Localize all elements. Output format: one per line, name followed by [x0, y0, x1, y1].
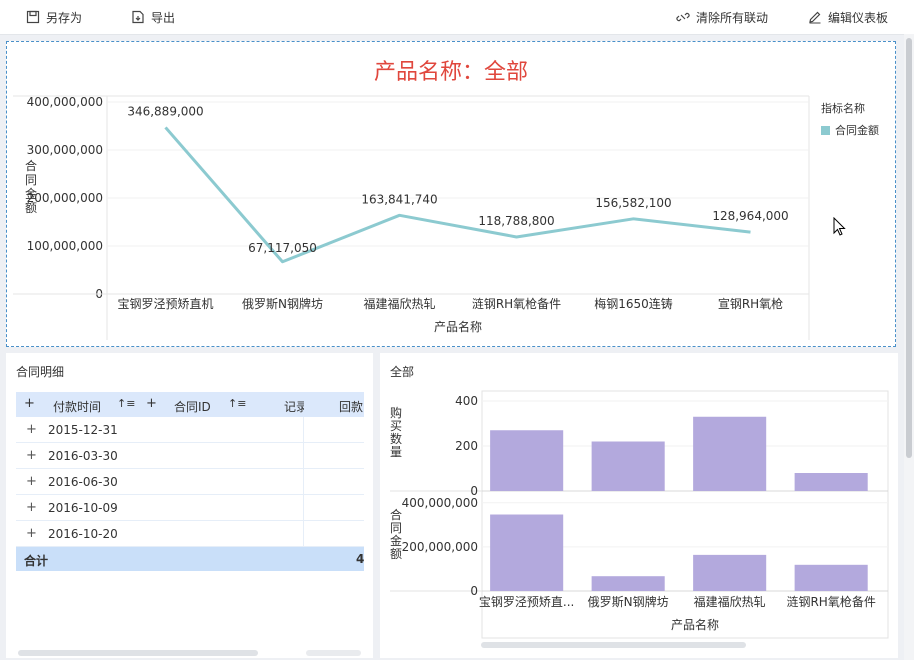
x-tick-label: 福建福欣热轧 [694, 594, 766, 609]
y-tick-label: 300,000,000 [27, 143, 103, 157]
bar [693, 554, 767, 591]
table-row[interactable]: +2016-03-30 [16, 443, 364, 469]
edit-icon [809, 11, 821, 24]
x-tick-label: 宝钢罗泾预矫直... [479, 594, 574, 609]
x-tick-label: 涟钢RH氧枪备件 [786, 594, 875, 609]
horizontal-scrollbar-track[interactable] [306, 650, 361, 656]
mouse-cursor-icon [833, 217, 846, 236]
pay-time-cell: 2016-03-30 [48, 449, 118, 463]
expand-icon[interactable]: + [26, 474, 37, 489]
edit-dashboard-label: 编辑仪表板 [828, 10, 889, 25]
clear-links-label: 清除所有联动 [696, 10, 769, 25]
column-header-record[interactable]: 记录 [284, 398, 304, 415]
bar [693, 416, 767, 491]
column-header-payment[interactable]: 回款 [339, 398, 364, 415]
bar [490, 514, 564, 591]
toolbar: 另存为 导出 清除所有联动 编辑仪表板 [0, 0, 914, 35]
pay-time-cell: 2016-06-30 [48, 475, 118, 489]
data-label: 118,788,800 [478, 214, 554, 228]
detail-table: + 付款时间 ↑≡ + 合同ID ↑≡ 记录 回款 +2015-12-31 +2… [16, 392, 364, 571]
expand-icon[interactable]: + [26, 448, 37, 463]
export-label: 导出 [151, 10, 176, 25]
export-icon [132, 10, 144, 24]
x-tick-label: 俄罗斯N钢牌坊 [588, 594, 669, 609]
save-as-button[interactable]: 另存为 [26, 8, 82, 26]
total-row: 合计 4 [16, 547, 364, 571]
expand-icon[interactable]: + [146, 396, 157, 411]
bar-chart-panel[interactable]: 全部 400 200 0 购买数量 400,000,000 200,000,000 0 合同金… [380, 353, 898, 658]
y-tick-label: 100,000,000 [27, 239, 103, 253]
y-axis-label: 合同金额 [390, 507, 402, 561]
save-icon [26, 10, 40, 24]
x-tick-label: 俄罗斯N钢牌坊 [242, 296, 323, 311]
y-tick-label: 400,000,000 [402, 496, 478, 510]
total-label: 合计 [24, 554, 49, 568]
y-tick-label: 200,000,000 [27, 191, 103, 205]
line-chart-panel[interactable]: 产品名称：全部 400,000,000 300,000,000 200,000,00… [6, 41, 896, 347]
x-tick-label: 宝钢罗泾预矫直机 [117, 296, 213, 311]
legend-title: 指标名称 [821, 102, 865, 115]
save-as-label: 另存为 [46, 10, 83, 25]
data-label: 346,889,000 [127, 104, 203, 118]
x-tick-label: 宣钢RH氧枪 [718, 296, 783, 311]
unlink-icon [676, 12, 690, 22]
y-tick-label: 200,000,000 [402, 540, 478, 554]
bar [490, 430, 564, 491]
legend-item-contract-amount[interactable]: 合同金额 [821, 122, 879, 138]
x-axis-label: 产品名称 [671, 617, 719, 632]
data-label: 128,964,000 [712, 209, 788, 223]
x-tick-label: 福建福欣热轧 [363, 296, 435, 311]
pay-time-cell: 2016-10-20 [48, 527, 118, 541]
data-label: 163,841,740 [361, 192, 437, 206]
table-row[interactable]: +2016-10-20 [16, 521, 364, 547]
table-row[interactable]: +2016-06-30 [16, 469, 364, 495]
pay-time-cell: 2016-10-09 [48, 501, 118, 515]
y-tick-label: 0 [470, 584, 478, 598]
panel-title: 合同明细 [16, 365, 65, 379]
total-value: 4 [356, 552, 364, 566]
column-header-pay-time[interactable]: 付款时间 [53, 398, 101, 415]
vertical-scrollbar-thumb[interactable] [906, 38, 912, 458]
sort-icon[interactable]: ↑≡ [228, 397, 246, 410]
legend-swatch [821, 125, 830, 135]
column-header-contract-id[interactable]: 合同ID [174, 398, 211, 415]
bar-chart: 4002000购买数量400,000,000200,000,0000合同金额宝钢… [390, 390, 889, 639]
clear-links-button[interactable]: 清除所有联动 [676, 8, 768, 26]
expand-icon[interactable]: + [26, 526, 37, 541]
line-chart: 400,000,000 300,000,000 200,000,000 100,000… [13, 95, 810, 340]
bar [794, 564, 868, 591]
sort-icon[interactable]: ↑≡ [117, 397, 135, 410]
bar [794, 473, 868, 491]
x-tick-label: 涟钢RH氧枪备件 [472, 296, 561, 311]
y-tick-label: 400 [455, 394, 478, 408]
data-label: 67,117,050 [248, 241, 317, 255]
horizontal-scrollbar[interactable] [481, 642, 746, 648]
y-axis-label: 购买数量 [390, 405, 402, 459]
table-row[interactable]: +2016-10-09 [16, 495, 364, 521]
export-button[interactable]: 导出 [131, 8, 175, 26]
legend-label: 合同金额 [835, 124, 879, 137]
x-axis-label: 产品名称 [434, 319, 482, 334]
contract-detail-panel: 合同明细 + 付款时间 ↑≡ + 合同ID ↑≡ 记录 回款 +2015-12-… [6, 353, 373, 658]
bar [591, 576, 665, 591]
pay-time-cell: 2015-12-31 [48, 423, 118, 437]
y-axis-label: 合同金额 [25, 158, 37, 215]
x-tick-label: 梅钢1650连铸 [594, 296, 673, 311]
bar [591, 441, 665, 491]
vertical-scrollbar[interactable] [904, 34, 914, 660]
table-row[interactable]: +2015-12-31 [16, 417, 364, 443]
horizontal-scrollbar[interactable] [18, 650, 258, 656]
y-tick-label: 200 [455, 439, 478, 453]
data-label: 156,582,100 [595, 196, 671, 210]
y-tick-label: 400,000,000 [27, 95, 103, 109]
expand-all-icon[interactable]: + [24, 396, 35, 411]
edit-dashboard-button[interactable]: 编辑仪表板 [808, 8, 888, 26]
table-header: + 付款时间 ↑≡ + 合同ID ↑≡ 记录 回款 [16, 392, 364, 417]
expand-icon[interactable]: + [26, 422, 37, 437]
expand-icon[interactable]: + [26, 500, 37, 515]
